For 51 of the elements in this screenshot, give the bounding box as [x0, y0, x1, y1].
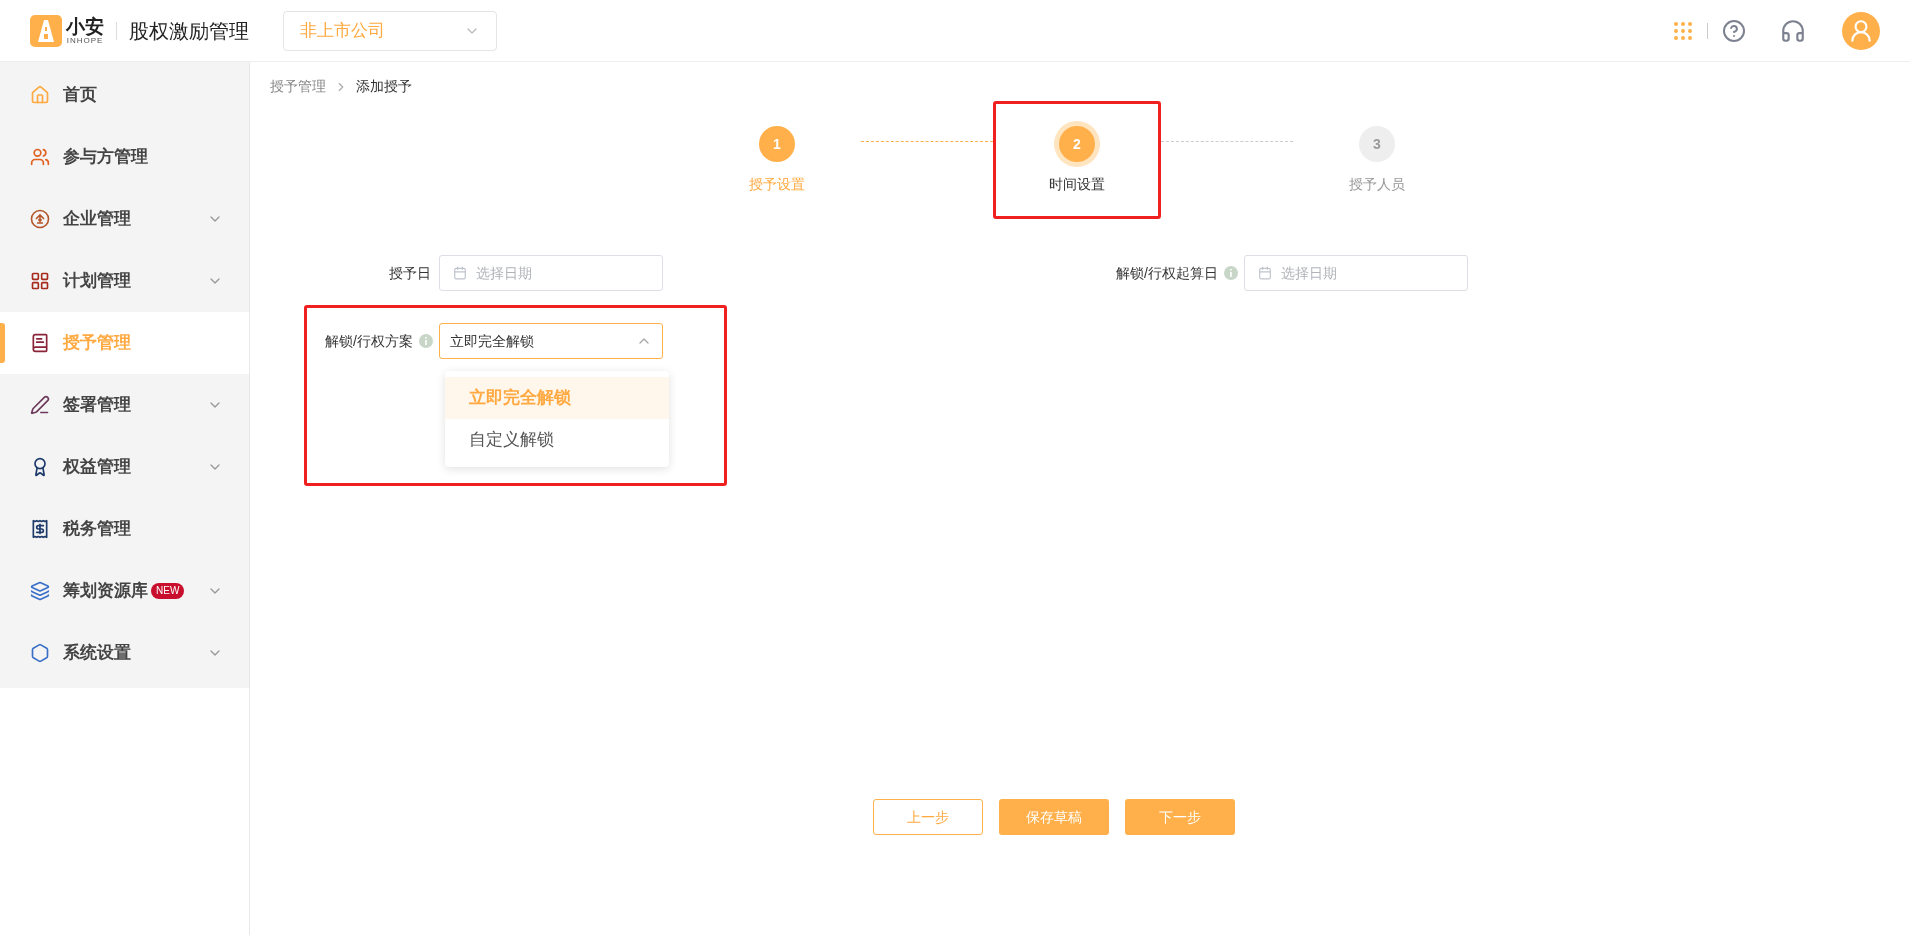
sidebar-label: 企业管理: [63, 208, 131, 231]
date-field[interactable]: 选择日期: [1244, 255, 1468, 291]
active-indicator: [0, 323, 5, 363]
help-icon[interactable]: [1722, 18, 1746, 43]
sidebar-label: 权益管理: [63, 456, 131, 479]
sidebar-label: 计划管理: [63, 270, 131, 293]
home-icon: [30, 85, 50, 105]
date-field[interactable]: 选择日期: [439, 255, 663, 291]
headset-icon[interactable]: [1780, 17, 1806, 44]
logo-subtext: INHOPE: [66, 36, 104, 45]
sidebar-label: 签署管理: [63, 394, 131, 417]
info-icon: [419, 334, 433, 348]
sidebar-label: 首页: [63, 84, 97, 107]
breadcrumb-current: 添加授予: [356, 77, 412, 96]
sidebar-label: 参与方管理: [63, 146, 148, 169]
sidebar-label: 筹划资源库: [63, 580, 148, 603]
calendar-icon: [453, 266, 467, 280]
breadcrumb-link[interactable]: 授予管理: [270, 76, 326, 97]
grid-icon: [30, 271, 50, 291]
sidebar-item[interactable]: 企业管理: [0, 188, 249, 250]
field-label: 解锁/行权方案: [325, 331, 413, 351]
info-icon: [1224, 266, 1238, 280]
new-badge: NEW: [151, 583, 185, 599]
sidebar-item[interactable]: 首页: [0, 64, 249, 126]
sidebar-item[interactable]: 权益管理: [0, 436, 249, 498]
step-label: 时间设置: [1049, 175, 1105, 194]
sidebar-item[interactable]: 筹划资源库 NEW: [0, 560, 249, 622]
step-label: 授予设置: [749, 175, 805, 194]
app-title: 股权激励管理: [129, 18, 249, 44]
dropdown-option[interactable]: 自定义解锁: [445, 419, 669, 461]
step-label: 授予人员: [1349, 175, 1405, 194]
field-label: 授予日: [389, 263, 431, 283]
people-icon: [30, 147, 50, 167]
pen-icon: [30, 395, 50, 415]
sidebar-item[interactable]: 签署管理: [0, 374, 249, 436]
calendar-icon: [1258, 266, 1272, 280]
receipt-icon: [30, 519, 50, 539]
layers-icon: [30, 581, 50, 601]
sidebar-item[interactable]: 税务管理: [0, 498, 249, 560]
sidebar-item[interactable]: 参与方管理: [0, 126, 249, 188]
logo-text: 小安: [66, 16, 104, 36]
tower-logo-icon: [30, 14, 62, 47]
field-label: 解锁/行权起算日: [1116, 263, 1218, 283]
sidebar-item[interactable]: 计划管理: [0, 250, 249, 312]
sidebar-label: 系统设置: [63, 642, 131, 665]
sidebar-label: 授予管理: [63, 332, 131, 355]
sidebar-item[interactable]: 系统设置: [0, 622, 249, 684]
hexagon-icon: [30, 643, 50, 663]
plan-select[interactable]: 立即完全解锁: [439, 323, 663, 359]
book-icon: [30, 333, 50, 353]
sidebar-label: 税务管理: [63, 518, 131, 541]
